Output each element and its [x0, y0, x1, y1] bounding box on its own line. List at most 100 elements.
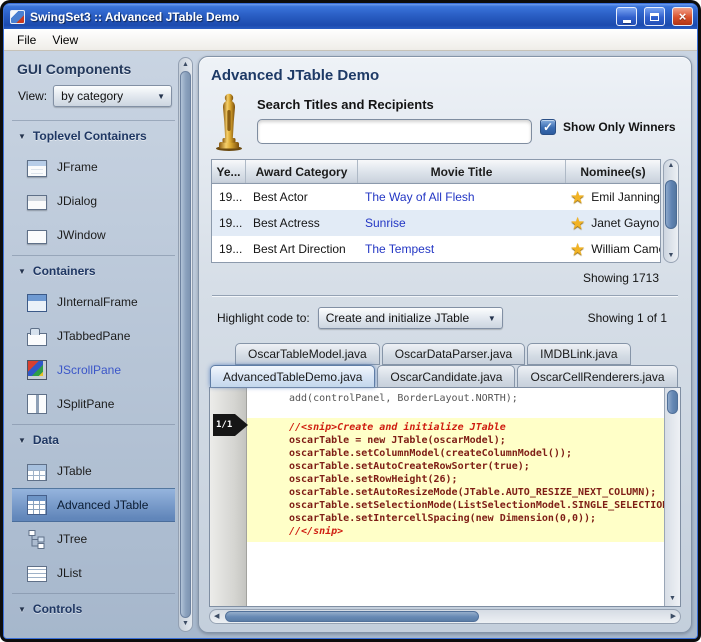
demo-panel: Advanced JTable Demo	[198, 56, 692, 633]
content-area: GUI Components View: by category ▼ ▼ Top…	[4, 51, 697, 638]
sidebar-item-jinternalframe[interactable]: JInternalFrame	[12, 285, 175, 319]
scroll-up-icon[interactable]: ▲	[182, 60, 189, 70]
menu-view[interactable]: View	[44, 30, 86, 50]
tab-oscardataparser[interactable]: OscarDataParser.java	[382, 343, 525, 365]
code-line: oscarTable.setColumnModel(createColumnMo…	[247, 447, 664, 460]
section-controls[interactable]: ▼ Controls	[12, 593, 175, 623]
section-toplevel-containers[interactable]: ▼ Toplevel Containers	[12, 120, 175, 150]
code-area: add(controlPanel, BorderLayout.NORTH); /…	[247, 388, 664, 606]
tab-oscarcellrenderers[interactable]: OscarCellRenderers.java	[517, 365, 677, 387]
code-horizontal-scrollbar[interactable]: ◀ ▶	[209, 609, 681, 624]
winner-star-icon: ★	[570, 241, 585, 258]
section-data[interactable]: ▼ Data	[12, 424, 175, 454]
code-vscrollbar-thumb[interactable]	[667, 390, 678, 414]
cell-movie-link[interactable]: The Way of All Flesh	[358, 190, 566, 204]
sidebar-item-label: Advanced JTable	[57, 498, 148, 512]
code-line: oscarTable = new JTable(oscarModel);	[247, 434, 664, 447]
scroll-right-icon[interactable]: ▶	[671, 612, 676, 622]
advanced-jtable-icon	[27, 495, 47, 515]
table-row[interactable]: 19... Best Art Direction The Tempest ★ W…	[212, 236, 660, 262]
sidebar-item-jtabbedpane[interactable]: JTabbedPane	[12, 319, 175, 353]
nominee-name: William Came...	[591, 242, 660, 256]
cell-year: 19...	[212, 216, 246, 230]
highlight-code-dropdown[interactable]: Create and initialize JTable ▼	[318, 307, 503, 329]
sidebar-item-jframe[interactable]: JFrame	[12, 150, 175, 184]
code-hscrollbar-thumb[interactable]	[225, 611, 479, 622]
minimize-icon	[623, 20, 631, 23]
code-vertical-scrollbar[interactable]: ▼	[664, 388, 680, 606]
winners-checkbox[interactable]: ✓	[540, 119, 556, 135]
cell-movie-link[interactable]: Sunrise	[358, 216, 566, 230]
tab-advancedtabledemo[interactable]: AdvancedTableDemo.java	[210, 365, 375, 387]
tab-imdblink[interactable]: IMDBLink.java	[527, 343, 630, 365]
scroll-down-icon[interactable]: ▼	[665, 594, 680, 604]
highlight-code-row: Highlight code to: Create and initialize…	[209, 303, 681, 335]
table-row[interactable]: 19... Best Actress Sunrise ★ Janet Gayno…	[212, 210, 660, 236]
search-controls: Search Titles and Recipients ✓ Show Only…	[209, 93, 681, 159]
maximize-button[interactable]	[644, 7, 665, 26]
tab-oscartablemodel[interactable]: OscarTableModel.java	[235, 343, 380, 365]
separator	[212, 295, 678, 297]
sidebar-scrollbar-thumb[interactable]	[180, 71, 191, 618]
titlebar[interactable]: SwingSet3 :: Advanced JTable Demo ×	[4, 4, 697, 29]
code-tabs-row-top: OscarTableModel.java OscarDataParser.jav…	[209, 343, 681, 365]
sidebar-item-jtree[interactable]: JTree	[12, 522, 175, 556]
column-header-year[interactable]: Ye...	[212, 160, 246, 183]
show-only-winners-control[interactable]: ✓ Show Only Winners	[532, 93, 680, 135]
sidebar-scrollbar[interactable]: ▲ ▼	[178, 57, 193, 632]
arrow-right-icon	[235, 414, 248, 436]
cell-category: Best Actress	[246, 216, 358, 230]
nominee-name: Emil Jannings	[591, 190, 660, 204]
close-button[interactable]: ×	[672, 7, 693, 26]
table-scrollbar[interactable]: ▲ ▼	[663, 159, 679, 263]
jtree-icon	[27, 529, 47, 549]
table-scrollbar-thumb[interactable]	[665, 180, 677, 229]
oscar-statue-icon	[213, 93, 245, 151]
code-line: oscarTable.setIntercellSpacing(new Dimen…	[247, 512, 664, 525]
view-category-dropdown[interactable]: by category ▼	[53, 85, 172, 107]
minimize-button[interactable]	[616, 7, 637, 26]
sidebar-item-advanced-jtable[interactable]: Advanced JTable	[12, 488, 175, 522]
tab-oscarcandidate[interactable]: OscarCandidate.java	[377, 365, 515, 387]
code-tabs-row-bottom: AdvancedTableDemo.java OscarCandidate.ja…	[209, 365, 681, 387]
search-column: Search Titles and Recipients	[257, 93, 532, 144]
column-header-movie-title[interactable]: Movie Title	[358, 160, 566, 183]
scroll-down-icon[interactable]: ▼	[664, 251, 678, 261]
window-frame: SwingSet3 :: Advanced JTable Demo × File…	[0, 0, 701, 642]
cell-category: Best Art Direction	[246, 242, 358, 256]
app-icon	[10, 10, 25, 24]
cell-movie-link[interactable]: The Tempest	[358, 242, 566, 256]
sidebar-item-label: JSplitPane	[57, 397, 114, 411]
highlighted-snippet: //<snip>Create and initialize JTable osc…	[247, 418, 664, 542]
sidebar-item-jlist[interactable]: JList	[12, 556, 175, 590]
collapse-arrow-icon: ▼	[18, 605, 26, 614]
sidebar-item-jtable[interactable]: JTable	[12, 454, 175, 488]
menu-file[interactable]: File	[9, 30, 44, 50]
column-header-award-category[interactable]: Award Category	[246, 160, 358, 183]
chevron-down-icon: ▼	[482, 314, 502, 323]
section-containers[interactable]: ▼ Containers	[12, 255, 175, 285]
sidebar-item-jsplitpane[interactable]: JSplitPane	[12, 387, 175, 421]
sidebar-item-jwindow[interactable]: JWindow	[12, 218, 175, 252]
sidebar: GUI Components View: by category ▼ ▼ Top…	[12, 56, 175, 633]
code-line: oscarTable.setAutoCreateRowSorter(true);	[247, 460, 664, 473]
sidebar-item-label: JTable	[57, 464, 92, 478]
sidebar-item-jdialog[interactable]: JDialog	[12, 184, 175, 218]
code-gutter: 1/1	[210, 388, 247, 606]
sidebar-item-jscrollpane[interactable]: JScrollPane	[12, 353, 175, 387]
search-input[interactable]	[257, 119, 532, 144]
chevron-down-icon: ▼	[151, 92, 171, 101]
view-category-value: by category	[61, 89, 123, 103]
column-header-nominees[interactable]: Nominee(s)	[566, 160, 660, 183]
scroll-down-icon[interactable]: ▼	[182, 619, 189, 629]
scroll-up-icon[interactable]: ▲	[664, 161, 678, 171]
snippet-marker[interactable]: 1/1	[213, 414, 248, 436]
table-row[interactable]: 19... Best Actor The Way of All Flesh ★ …	[212, 184, 660, 210]
collapse-arrow-icon: ▼	[18, 267, 26, 276]
code-showing-status: Showing 1 of 1	[588, 311, 675, 325]
window-title: SwingSet3 :: Advanced JTable Demo	[30, 10, 609, 24]
cell-category: Best Actor	[246, 190, 358, 204]
sidebar-item-togglebuttons[interactable]: ✓ ToggleButtons	[12, 623, 175, 633]
highlight-label: Highlight code to:	[217, 311, 310, 325]
scroll-left-icon[interactable]: ◀	[214, 612, 219, 622]
